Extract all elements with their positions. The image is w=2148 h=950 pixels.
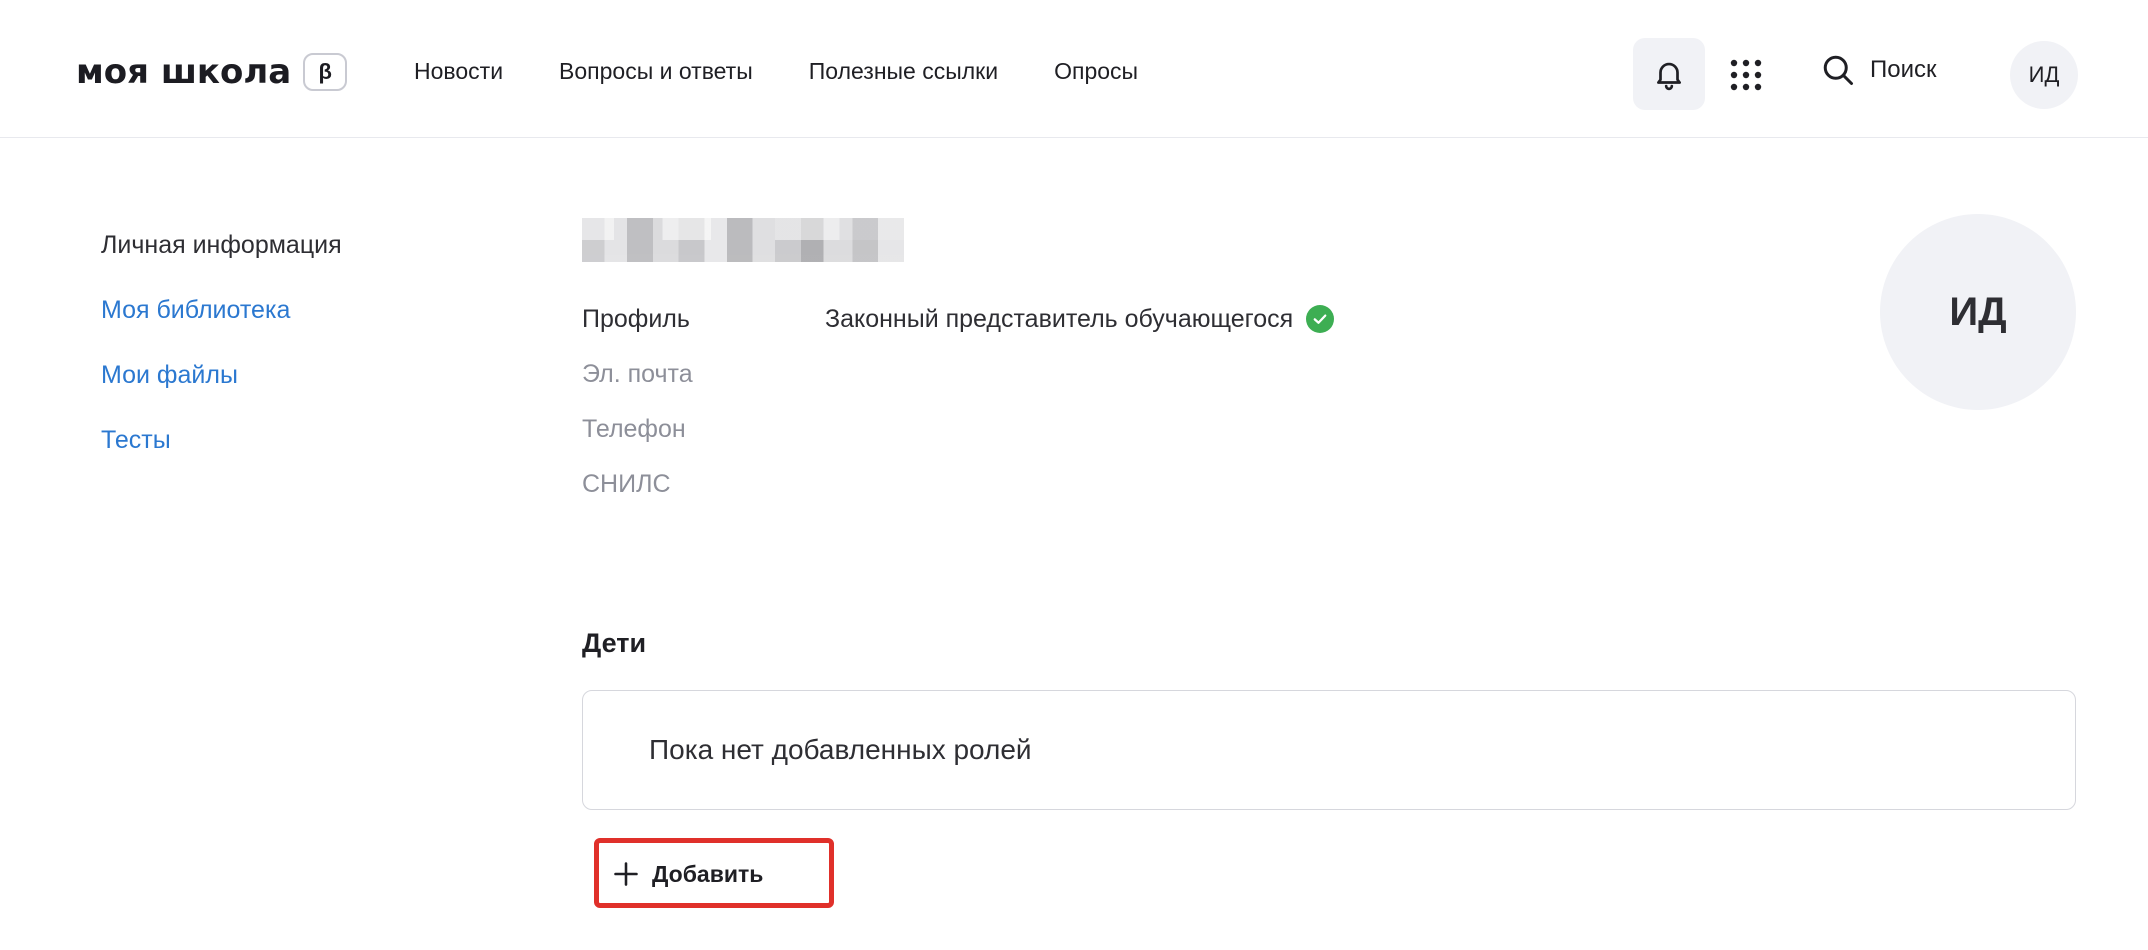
bell-icon [1657, 62, 1681, 91]
profile-label-text: Профиль [582, 305, 690, 333]
nav-item-polls[interactable]: Опросы [1054, 58, 1138, 85]
snils-label: СНИЛС [582, 469, 671, 499]
plus-icon [614, 862, 638, 886]
beta-badge: β [303, 53, 348, 91]
children-empty-text: Пока нет добавленных ролей [649, 734, 1032, 765]
children-empty-card: Пока нет добавленных ролей [582, 690, 2076, 810]
apps-grid-icon [1730, 59, 1762, 91]
nav-item-useful-links[interactable]: Полезные ссылки [809, 58, 998, 85]
sidebar-item-tests[interactable]: Тесты [101, 425, 342, 455]
search-button[interactable]: Поиск [1820, 52, 1937, 88]
logo-text: моя школа [76, 52, 292, 92]
email-label-text: Эл. почта [582, 360, 693, 388]
sidebar-item-files[interactable]: Мои файлы [101, 360, 342, 390]
profile-value: Законный представитель обучающегося [825, 304, 1335, 334]
add-button-label: Добавить [652, 860, 764, 887]
user-avatar-button[interactable]: ИД [2010, 41, 2078, 109]
blurred-user-name [582, 218, 904, 262]
sidebar-item-personal-info[interactable]: Личная информация [101, 230, 342, 260]
profile-avatar[interactable]: ИД [1880, 214, 2076, 410]
profile-label: Профиль [582, 304, 690, 334]
notifications-button[interactable] [1633, 38, 1705, 110]
main-nav: Новости Вопросы и ответы Полезные ссылки… [414, 58, 1194, 85]
nav-item-faq[interactable]: Вопросы и ответы [559, 58, 753, 85]
search-icon [1823, 55, 1853, 85]
add-child-button[interactable]: Добавить [612, 852, 763, 896]
phone-label: Телефон [582, 414, 686, 444]
profile-value-text: Законный представитель обучающегося [825, 305, 1294, 333]
top-header: моя школа β Новости Вопросы и ответы Пол… [0, 0, 2148, 138]
phone-label-text: Телефон [582, 415, 686, 443]
children-section-title: Дети [582, 628, 647, 658]
search-label: Поиск [1870, 56, 1937, 83]
apps-menu-button[interactable] [1726, 55, 1766, 95]
snils-label-text: СНИЛС [582, 470, 671, 498]
verified-check-icon [1306, 305, 1335, 333]
email-label: Эл. почта [582, 359, 693, 389]
nav-item-news[interactable]: Новости [414, 58, 503, 85]
site-logo[interactable]: моя школа β [76, 52, 348, 92]
profile-sidebar: Личная информация Моя библиотека Мои фай… [101, 230, 342, 490]
sidebar-item-library[interactable]: Моя библиотека [101, 295, 342, 325]
